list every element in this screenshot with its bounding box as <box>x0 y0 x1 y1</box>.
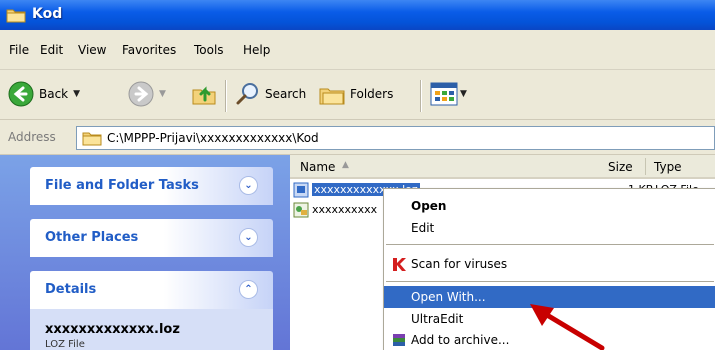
back-button[interactable]: Back ▼ <box>8 81 80 107</box>
file-icon <box>293 202 309 218</box>
chevron-down-icon[interactable]: ▼ <box>159 89 166 99</box>
window-title: Kod <box>32 6 63 22</box>
menu-view[interactable]: View <box>78 43 106 57</box>
chevron-down-icon[interactable]: ▼ <box>460 89 467 99</box>
column-type[interactable]: Type <box>654 160 682 174</box>
menu-tools[interactable]: Tools <box>194 43 224 57</box>
folders-label: Folders <box>350 87 394 101</box>
menu-item-edit[interactable]: Edit <box>384 217 715 239</box>
column-header: Name ▲ Size Type <box>290 155 715 179</box>
address-path: C:\MPPP-Prijavi\xxxxxxxxxxxxx\Kod <box>107 131 319 145</box>
up-folder-button[interactable] <box>190 80 218 108</box>
address-input[interactable]: C:\MPPP-Prijavi\xxxxxxxxxxxxx\Kod <box>76 126 715 150</box>
column-size[interactable]: Size <box>608 160 633 174</box>
search-label: Search <box>265 87 307 101</box>
toolbar-separator <box>225 80 226 112</box>
title-bar: Kod <box>0 0 715 30</box>
winrar-icon <box>393 334 405 346</box>
details-file-type: LOZ File <box>45 339 85 350</box>
folder-icon <box>82 132 102 146</box>
folders-button[interactable]: Folders <box>318 81 393 107</box>
up-folder-icon <box>192 86 216 105</box>
views-button[interactable]: ▼ <box>430 82 467 106</box>
menu-item-open[interactable]: Open <box>384 195 715 217</box>
file-name: xxxxxxxxxx <box>312 203 378 216</box>
chevron-down-icon[interactable]: ▼ <box>73 89 80 99</box>
search-button[interactable]: Search <box>235 81 306 107</box>
address-bar: Address C:\MPPP-Prijavi\xxxxxxxxxxxxx\Ko… <box>0 120 715 155</box>
column-divider[interactable] <box>645 158 646 175</box>
search-icon <box>236 83 258 105</box>
folder-icon <box>6 9 26 23</box>
address-label: Address <box>8 130 56 144</box>
panel-details[interactable]: Details ⌃ <box>30 271 273 309</box>
menu-bar: File Edit View Favorites Tools Help <box>0 30 715 70</box>
forward-arrow-icon <box>128 81 154 107</box>
details-body: xxxxxxxxxxxxx.loz LOZ File <box>30 309 273 350</box>
task-pane: File and Folder Tasks ⌄ Other Places ⌄ D… <box>0 155 290 350</box>
chevron-double-up-icon[interactable]: ⌃ <box>239 280 258 299</box>
forward-button[interactable]: ▼ <box>128 81 166 107</box>
panel-other-places[interactable]: Other Places ⌄ <box>30 219 273 257</box>
file-icon <box>293 182 309 198</box>
panel-file-folder-tasks[interactable]: File and Folder Tasks ⌄ <box>30 167 273 205</box>
annotation-arrow-icon <box>530 304 605 350</box>
toolbar-separator <box>420 80 421 112</box>
sort-ascending-icon: ▲ <box>342 160 349 170</box>
toolbar: Back ▼ ▼ Search Folders ▼ <box>0 70 715 120</box>
panel-title: Other Places <box>45 230 139 245</box>
back-arrow-icon <box>8 81 34 107</box>
menu-help[interactable]: Help <box>243 43 270 57</box>
menu-separator <box>386 281 714 282</box>
back-label: Back <box>39 87 69 101</box>
menu-item-scan-for-viruses[interactable]: Scan for viruses <box>384 253 715 275</box>
chevron-double-down-icon[interactable]: ⌄ <box>239 176 258 195</box>
folders-icon <box>319 88 345 105</box>
menu-favorites[interactable]: Favorites <box>122 43 176 57</box>
views-icon <box>430 82 458 106</box>
panel-title: File and Folder Tasks <box>45 178 199 193</box>
menu-file[interactable]: File <box>9 43 29 57</box>
panel-title: Details <box>45 282 97 297</box>
menu-edit[interactable]: Edit <box>40 43 63 57</box>
kaspersky-icon <box>393 258 406 271</box>
column-name[interactable]: Name <box>300 160 335 174</box>
menu-separator <box>386 244 714 245</box>
details-file-name: xxxxxxxxxxxxx.loz <box>45 322 180 337</box>
chevron-double-down-icon[interactable]: ⌄ <box>239 228 258 247</box>
